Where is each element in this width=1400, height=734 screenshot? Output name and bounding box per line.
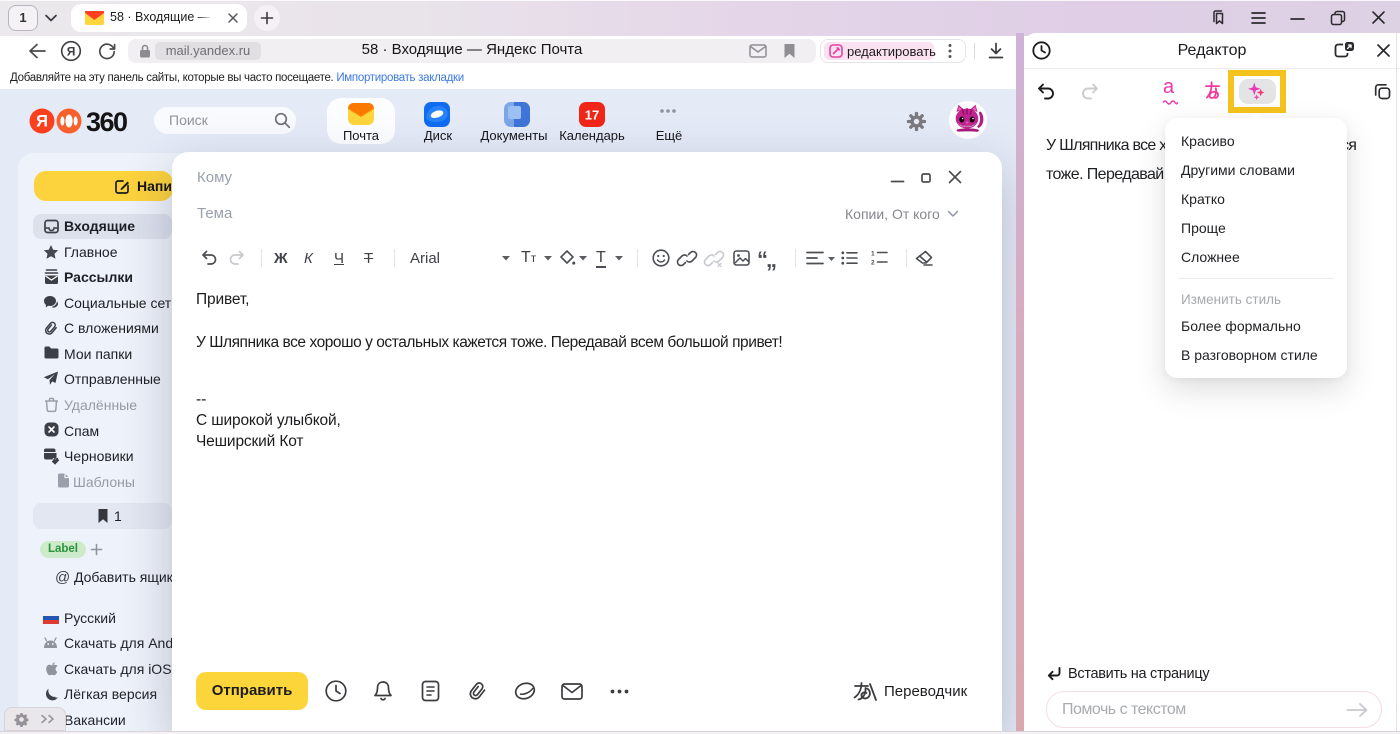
svg-text:Я: Я (36, 113, 48, 131)
svg-text:Я: Я (67, 44, 76, 58)
svg-text:1: 1 (871, 251, 875, 258)
svg-text:17: 17 (585, 108, 599, 123)
svg-text:2: 2 (871, 260, 875, 267)
